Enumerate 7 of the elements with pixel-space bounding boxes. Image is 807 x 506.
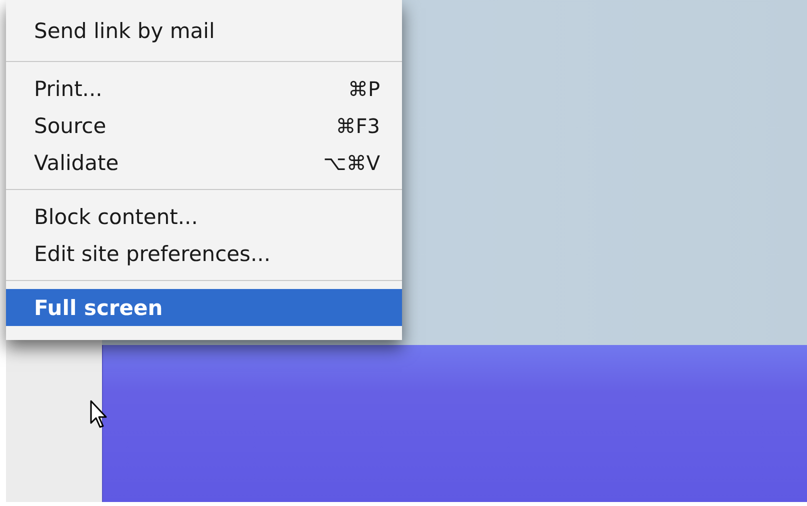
menu-item[interactable]: Block content... (6, 198, 402, 235)
menu-item[interactable]: Print... ⌘P (6, 70, 402, 107)
menu-item[interactable]: Edit site preferences... (6, 235, 402, 272)
menu-item[interactable]: Send link by mail (6, 12, 402, 49)
menu-item[interactable]: Source ⌘F3 (6, 107, 402, 144)
menu-item[interactable]: Validate ⌥⌘V (6, 144, 402, 181)
menu-item[interactable]: Full screen (6, 289, 402, 326)
